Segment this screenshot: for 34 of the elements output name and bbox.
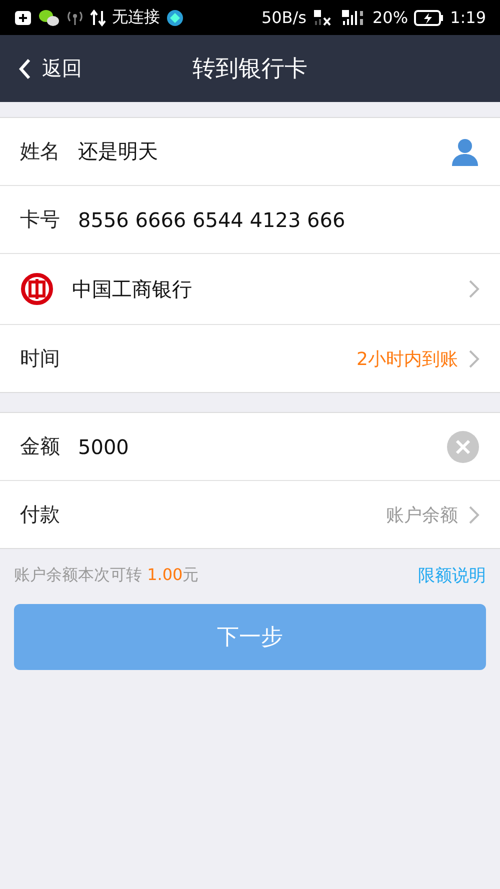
balance-note: 账户余额本次可转 1.00元 [14, 564, 199, 586]
person-icon[interactable] [450, 136, 480, 166]
network-speed: 50B/s [261, 8, 306, 27]
option-row[interactable]: 付款 账户余额 [0, 481, 500, 548]
row-value: 2小时内到账 [356, 348, 458, 370]
app-icon [166, 8, 184, 26]
battery-icon [414, 10, 444, 26]
row-value: 账户余额 [386, 504, 458, 526]
row-label: 时间 [20, 345, 60, 372]
hotspot-icon [66, 10, 84, 26]
bank-row[interactable]: 中国工商银行 [0, 254, 500, 325]
row-value: 中国工商银行 [72, 276, 192, 302]
notification-text: 无连接 [112, 7, 160, 28]
page-title: 转到银行卡 [192, 55, 308, 84]
clock: 1:19 [450, 8, 486, 27]
chevron-icon [468, 279, 480, 299]
back-button[interactable]: 返回 [0, 35, 82, 102]
option-row[interactable]: 时间 2小时内到账 [0, 325, 500, 392]
clear-icon[interactable] [446, 430, 480, 464]
sync-icon [90, 8, 106, 26]
battery-percent: 20% [372, 8, 408, 27]
bank-logo-icon [20, 272, 54, 306]
row-label: 卡号 [20, 206, 60, 233]
row-label: 姓名 [20, 138, 60, 165]
row-label: 付款 [20, 501, 60, 528]
add-icon [14, 10, 32, 26]
back-icon [18, 56, 32, 80]
chevron-icon [468, 348, 480, 368]
row-value: 8556 6666 6544 4123 666 [78, 208, 346, 232]
chevron-icon [468, 504, 480, 524]
row-label: 金额 [20, 433, 60, 460]
chat-bubbles-icon [38, 8, 60, 26]
row-value: 还是明天 [78, 138, 158, 165]
amount-field[interactable]: 5000 [78, 434, 428, 458]
